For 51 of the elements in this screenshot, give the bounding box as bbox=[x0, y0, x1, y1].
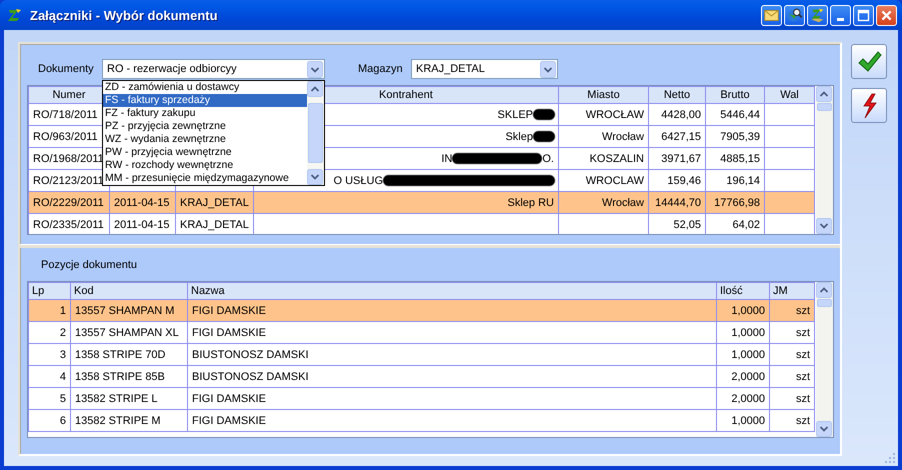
table-cell: 13582 STRIPE L bbox=[70, 388, 188, 410]
table-cell: 1358 STRIPE 70D bbox=[70, 344, 188, 366]
table-cell: 4428,00 bbox=[648, 104, 706, 126]
table-cell: 13557 SHAMPAN M bbox=[70, 300, 188, 322]
table-cell: KRAJ_DETAL bbox=[176, 192, 254, 214]
table-cell: Wrocław bbox=[558, 126, 648, 148]
window-title: Załączniki - Wybór dokumentu bbox=[30, 8, 218, 22]
table-cell: 2,0000 bbox=[716, 388, 770, 410]
section-title: Pozycje dokumentu bbox=[40, 259, 138, 273]
table-cell: FIGI DAMSKIE bbox=[188, 388, 716, 410]
table-cell: WROCŁAW bbox=[558, 104, 648, 126]
table-cell: 6 bbox=[28, 410, 70, 432]
table-cell: BIUSTONOSZ DAMSKI bbox=[188, 344, 716, 366]
table-cell: 13582 STRIPE M bbox=[70, 410, 188, 432]
table-cell: KOSZALIN bbox=[558, 148, 648, 170]
table-cell: BIUSTONOSZ DAMSKI bbox=[188, 366, 716, 388]
table-cell: 5446,44 bbox=[706, 104, 764, 126]
table-cell: 3 bbox=[28, 344, 70, 366]
table-cell: 4885,15 bbox=[706, 148, 764, 170]
table-cell: Wrocław bbox=[558, 192, 648, 214]
table-cell: FIGI DAMSKIE bbox=[188, 410, 716, 432]
table-cell: szt bbox=[770, 300, 814, 322]
table-cell: O USŁUG bbox=[333, 174, 383, 186]
table-cell: 1,0000 bbox=[716, 410, 770, 432]
table-cell: Sklep bbox=[505, 130, 533, 142]
table-cell: 1,0000 bbox=[716, 322, 770, 344]
table-cell: 1,0000 bbox=[716, 300, 770, 322]
table-cell: 2 bbox=[28, 322, 70, 344]
table-cell: 1 bbox=[28, 300, 70, 322]
table-cell: 3971,67 bbox=[648, 148, 706, 170]
table-cell: RO/2335/2011 bbox=[28, 214, 110, 234]
table-cell: FIGI DAMSKIE bbox=[188, 322, 716, 344]
table-cell: 1,0000 bbox=[716, 344, 770, 366]
table-cell: Sklep RU bbox=[508, 196, 554, 208]
table-cell: 2011-04-15 bbox=[110, 192, 176, 214]
table-cell: 1358 STRIPE 85B bbox=[70, 366, 188, 388]
table-cell: 14444,70 bbox=[648, 192, 706, 214]
field-label: Magazyn bbox=[357, 63, 404, 75]
table-cell: 6427,15 bbox=[648, 126, 706, 148]
table-cell: 4 bbox=[28, 366, 70, 388]
table-cell: SKLEP bbox=[498, 108, 533, 120]
table-cell: 7905,39 bbox=[706, 126, 764, 148]
table-cell: 2,0000 bbox=[716, 366, 770, 388]
table-cell: RO/2229/2011 bbox=[28, 192, 110, 214]
table-cell: 5 bbox=[28, 388, 70, 410]
table-cell: O. bbox=[542, 152, 554, 164]
table-cell: FIGI DAMSKIE bbox=[188, 300, 716, 322]
table-cell: 17766,98 bbox=[706, 192, 764, 214]
field-label: Dokumenty bbox=[37, 63, 95, 75]
table-cell: IN bbox=[441, 152, 452, 164]
table-cell: 13557 SHAMPAN XL bbox=[70, 322, 188, 344]
